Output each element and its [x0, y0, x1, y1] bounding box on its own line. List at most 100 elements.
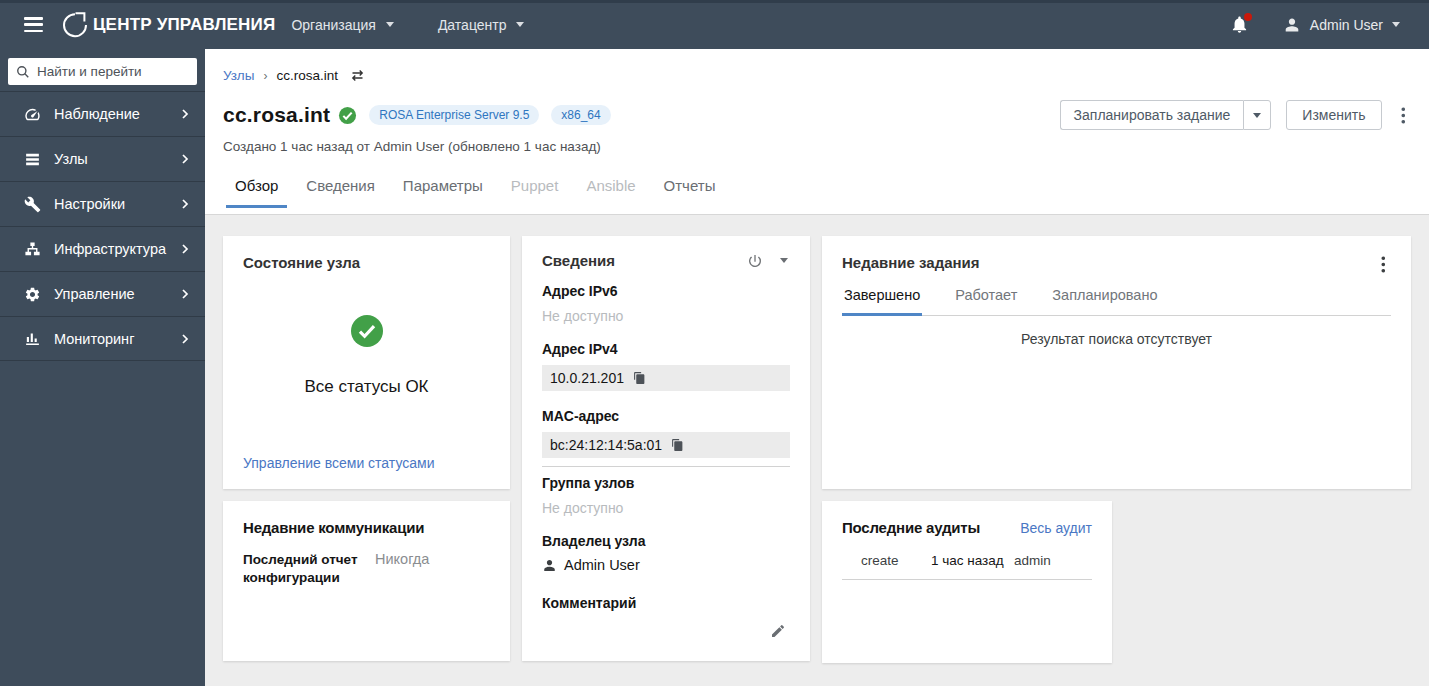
- sidebar-item-monitor[interactable]: Наблюдение: [0, 91, 205, 136]
- search-input[interactable]: [37, 64, 177, 79]
- search-icon: [16, 65, 30, 79]
- jobs-tabs: Завершено Работает Запланировано: [842, 287, 1391, 316]
- power-icon[interactable]: [747, 253, 763, 269]
- recent-communication-card: Недавние коммуникации Последний отчет ко…: [223, 501, 510, 661]
- breadcrumb: Узлы › cc.rosa.int: [223, 68, 1411, 83]
- tab-overview[interactable]: Обзор: [226, 177, 287, 207]
- kebab-icon: [1381, 256, 1386, 273]
- kebab-menu-button[interactable]: [1395, 103, 1412, 128]
- sidebar-item-label: Управление: [54, 286, 135, 302]
- audit-time: 1 час назад: [931, 553, 1014, 568]
- schedule-job-caret-button[interactable]: [1243, 100, 1271, 130]
- jobs-tab-finished[interactable]: Завершено: [842, 287, 922, 315]
- jobs-kebab-button[interactable]: [1375, 252, 1392, 277]
- host-tabs: Обзор Сведения Параметры Puppet Ansible …: [226, 177, 1411, 207]
- organization-menu[interactable]: Организация: [291, 17, 393, 33]
- rosa-logo-icon: [59, 9, 91, 41]
- sidebar-item-settings[interactable]: Настройки: [0, 181, 205, 226]
- tab-details[interactable]: Сведения: [297, 177, 384, 207]
- tab-parameters[interactable]: Параметры: [394, 177, 492, 207]
- topbar-right: Admin User: [1230, 15, 1400, 34]
- sidebar-item-administer[interactable]: Управление: [0, 271, 205, 316]
- field-label: Адрес IPv4: [542, 341, 790, 357]
- datacenter-menu-label: Датацентр: [438, 17, 507, 33]
- all-audits-link[interactable]: Весь аудит: [1020, 520, 1092, 536]
- wrench-icon: [24, 196, 41, 213]
- copy-icon[interactable]: [633, 371, 646, 385]
- field-value: Не доступно: [542, 500, 790, 516]
- notification-badge: [1244, 13, 1252, 21]
- breadcrumb-hosts-link[interactable]: Узлы: [223, 68, 254, 83]
- chevron-right-icon: [179, 243, 191, 255]
- jobs-tab-running[interactable]: Работает: [953, 287, 1019, 315]
- recent-audits-card: Последние аудиты Весь аудит create 1 час…: [822, 501, 1112, 663]
- field-comment: Комментарий: [542, 595, 790, 611]
- recent-jobs-card: Недавние задания Завершено Работает Запл…: [822, 236, 1411, 489]
- title-row: cc.rosa.int ROSA Enterprise Server 9.5 x…: [223, 100, 1411, 130]
- field-value: 10.0.21.201: [550, 370, 624, 386]
- owner-value: Admin User: [564, 557, 640, 573]
- field-label: Адрес IPv6: [542, 283, 790, 299]
- field-label: Группа узлов: [542, 475, 790, 491]
- field-hostgroup: Группа узлов Не доступно: [542, 475, 790, 516]
- user-menu[interactable]: Admin User: [1283, 16, 1400, 34]
- jobs-empty-message: Результат поиска отсутствует: [842, 331, 1391, 347]
- user-name: Admin User: [1310, 17, 1383, 33]
- edit-comment-button[interactable]: [770, 623, 786, 639]
- host-status-card: Состояние узла Все статусы ОК Управление…: [223, 236, 510, 489]
- card-title: Последние аудиты: [842, 519, 980, 536]
- sitemap-icon: [24, 241, 41, 258]
- chevron-down-icon[interactable]: [780, 258, 788, 263]
- chevron-down-icon: [386, 22, 394, 27]
- chevron-right-icon: [179, 198, 191, 210]
- audit-row[interactable]: create 1 час назад admin: [842, 553, 1092, 580]
- sidebar-item-infrastructure[interactable]: Инфраструктура: [0, 226, 205, 271]
- host-created-subtitle: Создано 1 час назад от Admin User (обнов…: [223, 139, 1411, 154]
- top-bar: ЦЕНТР УПРАВЛЕНИЯ Организация Датацентр A…: [0, 0, 1429, 49]
- status-text: Все статусы ОК: [304, 377, 428, 397]
- menu-toggle-button[interactable]: [24, 17, 43, 32]
- header-actions: Запланировать задание Изменить: [1060, 100, 1411, 130]
- page-title: cc.rosa.int: [223, 103, 330, 127]
- arch-badge: x86_64: [551, 105, 610, 125]
- pencil-icon: [770, 623, 786, 639]
- sidebar-item-monitoring[interactable]: Мониторинг: [0, 316, 205, 361]
- audit-action: create: [861, 553, 931, 568]
- datacenter-menu[interactable]: Датацентр: [438, 17, 525, 33]
- field-mac: MAC-адрес bc:24:12:14:5a:01: [542, 408, 790, 458]
- field-owner: Владелец узла Admin User: [542, 533, 790, 573]
- mac-copy-box: bc:24:12:14:5a:01: [542, 432, 790, 458]
- edit-button[interactable]: Изменить: [1286, 100, 1381, 130]
- manage-statuses-link[interactable]: Управление всеми статусами: [243, 455, 490, 471]
- jobs-tab-scheduled[interactable]: Запланировано: [1050, 287, 1159, 315]
- sidebar-item-hosts[interactable]: Узлы: [0, 136, 205, 181]
- tab-ansible[interactable]: Ansible: [577, 177, 644, 207]
- chevron-right-icon: [179, 153, 191, 165]
- card-title: Сведения: [542, 252, 615, 269]
- schedule-job-split-button: Запланировать задание: [1060, 100, 1272, 130]
- chevron-right-icon: [179, 288, 191, 300]
- field-label: Владелец узла: [542, 533, 790, 549]
- divider: [542, 466, 790, 467]
- field-value: Не доступно: [542, 308, 790, 324]
- field-label: MAC-адрес: [542, 408, 790, 424]
- server-icon: [24, 151, 41, 168]
- notifications-button[interactable]: [1230, 15, 1249, 34]
- switch-host-icon[interactable]: [350, 68, 365, 83]
- field-value: bc:24:12:14:5a:01: [550, 437, 662, 453]
- audit-user: admin: [1014, 553, 1092, 568]
- sidebar-item-label: Инфраструктура: [54, 241, 166, 257]
- tab-reports[interactable]: Отчеты: [655, 177, 725, 207]
- gear-icon: [24, 286, 41, 303]
- chevron-down-icon: [516, 22, 524, 27]
- copy-icon[interactable]: [671, 438, 684, 452]
- field-ipv4: Адрес IPv4 10.0.21.201: [542, 341, 790, 391]
- card-title: Недавние задания: [842, 254, 980, 271]
- schedule-job-button[interactable]: Запланировать задание: [1060, 100, 1244, 130]
- sidebar-item-label: Настройки: [54, 196, 125, 212]
- sidebar-search: [8, 58, 197, 85]
- sidebar-nav: Наблюдение Узлы Настройки Инфраструктура…: [0, 91, 205, 361]
- brand-title: ЦЕНТР УПРАВЛЕНИЯ: [93, 15, 275, 35]
- tab-puppet[interactable]: Puppet: [502, 177, 568, 207]
- card-title: Недавние коммуникации: [243, 519, 490, 536]
